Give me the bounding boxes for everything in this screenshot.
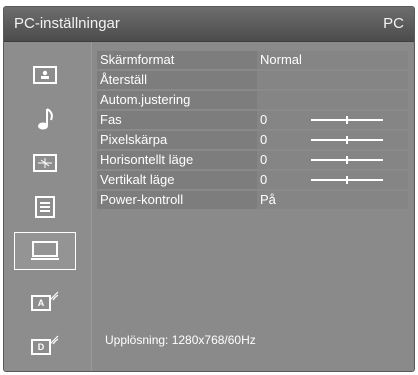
- menu-row-vertical-position[interactable]: Vertikalt läge 0: [97, 171, 408, 189]
- clock-slider[interactable]: [311, 136, 383, 144]
- row-label: Autom.justering: [100, 92, 191, 107]
- setup-icon: [35, 196, 55, 218]
- menu-row-power-control[interactable]: Power-kontroll På: [97, 191, 408, 209]
- value-cell: [257, 191, 408, 209]
- vertical-slider[interactable]: [311, 176, 383, 184]
- value-cell: [257, 71, 408, 89]
- row-label: Pixelskärpa: [100, 132, 168, 147]
- slider-knob[interactable]: [346, 136, 348, 144]
- picture-icon: [33, 66, 57, 84]
- signal-icon: [49, 291, 59, 301]
- phase-slider[interactable]: [311, 116, 383, 124]
- sidebar-item-analog[interactable]: A: [14, 284, 76, 322]
- value-cell: [257, 91, 408, 109]
- row-value: Normal: [260, 52, 302, 67]
- sidebar-item-picture[interactable]: [14, 56, 76, 94]
- sidebar: A D: [4, 42, 92, 371]
- digital-label: D: [37, 342, 45, 352]
- horizontal-slider[interactable]: [311, 156, 383, 164]
- menu-row-reset[interactable]: Återställ: [97, 71, 408, 89]
- resolution-info: Upplösning: 1280x768/60Hz: [105, 333, 256, 347]
- menu-row-phase[interactable]: Fas 0: [97, 111, 408, 129]
- row-value: 0: [260, 152, 268, 167]
- analog-channel-icon: A: [31, 295, 51, 311]
- pc-monitor-icon: [31, 241, 59, 260]
- menu-row-clock[interactable]: Pixelskärpa 0: [97, 131, 408, 149]
- window-title: PC-inställningar: [14, 15, 120, 32]
- sidebar-item-features[interactable]: [14, 144, 76, 182]
- row-label: Power-kontroll: [100, 192, 184, 207]
- sidebar-item-pc[interactable]: [14, 232, 76, 270]
- signal-icon: [49, 335, 59, 345]
- slider-knob[interactable]: [346, 176, 348, 184]
- features-icon: [33, 154, 57, 172]
- row-value: 0: [260, 112, 268, 127]
- slider-knob[interactable]: [346, 116, 348, 124]
- menu-row-screen-format[interactable]: Skärmformat Normal: [97, 51, 408, 69]
- slider-knob[interactable]: [346, 156, 348, 164]
- row-label: Horisontellt läge: [100, 152, 194, 167]
- menu-row-horizontal-position[interactable]: Horisontellt läge 0: [97, 151, 408, 169]
- analog-label: A: [37, 298, 45, 308]
- settings-panel: Skärmformat Normal Återställ Autom.juste…: [92, 42, 414, 371]
- digital-channel-icon: D: [31, 339, 51, 355]
- title-bar: PC-inställningar PC: [4, 7, 414, 42]
- sidebar-item-digital[interactable]: D: [14, 328, 76, 366]
- sidebar-item-sound[interactable]: [14, 100, 76, 138]
- source-label: PC: [383, 15, 404, 32]
- row-label: Återställ: [100, 72, 147, 87]
- row-value: 0: [260, 132, 268, 147]
- menu-row-auto-adjust[interactable]: Autom.justering: [97, 91, 408, 109]
- row-label: Skärmformat: [100, 52, 175, 67]
- row-value: På: [260, 192, 276, 207]
- row-label: Fas: [100, 112, 122, 127]
- row-label: Vertikalt läge: [100, 172, 175, 187]
- pc-settings-window: PC-inställningar PC A D Skärmformat Norm…: [3, 6, 415, 372]
- row-value: 0: [260, 172, 268, 187]
- sidebar-item-setup[interactable]: [14, 188, 76, 226]
- sound-icon: [38, 108, 53, 130]
